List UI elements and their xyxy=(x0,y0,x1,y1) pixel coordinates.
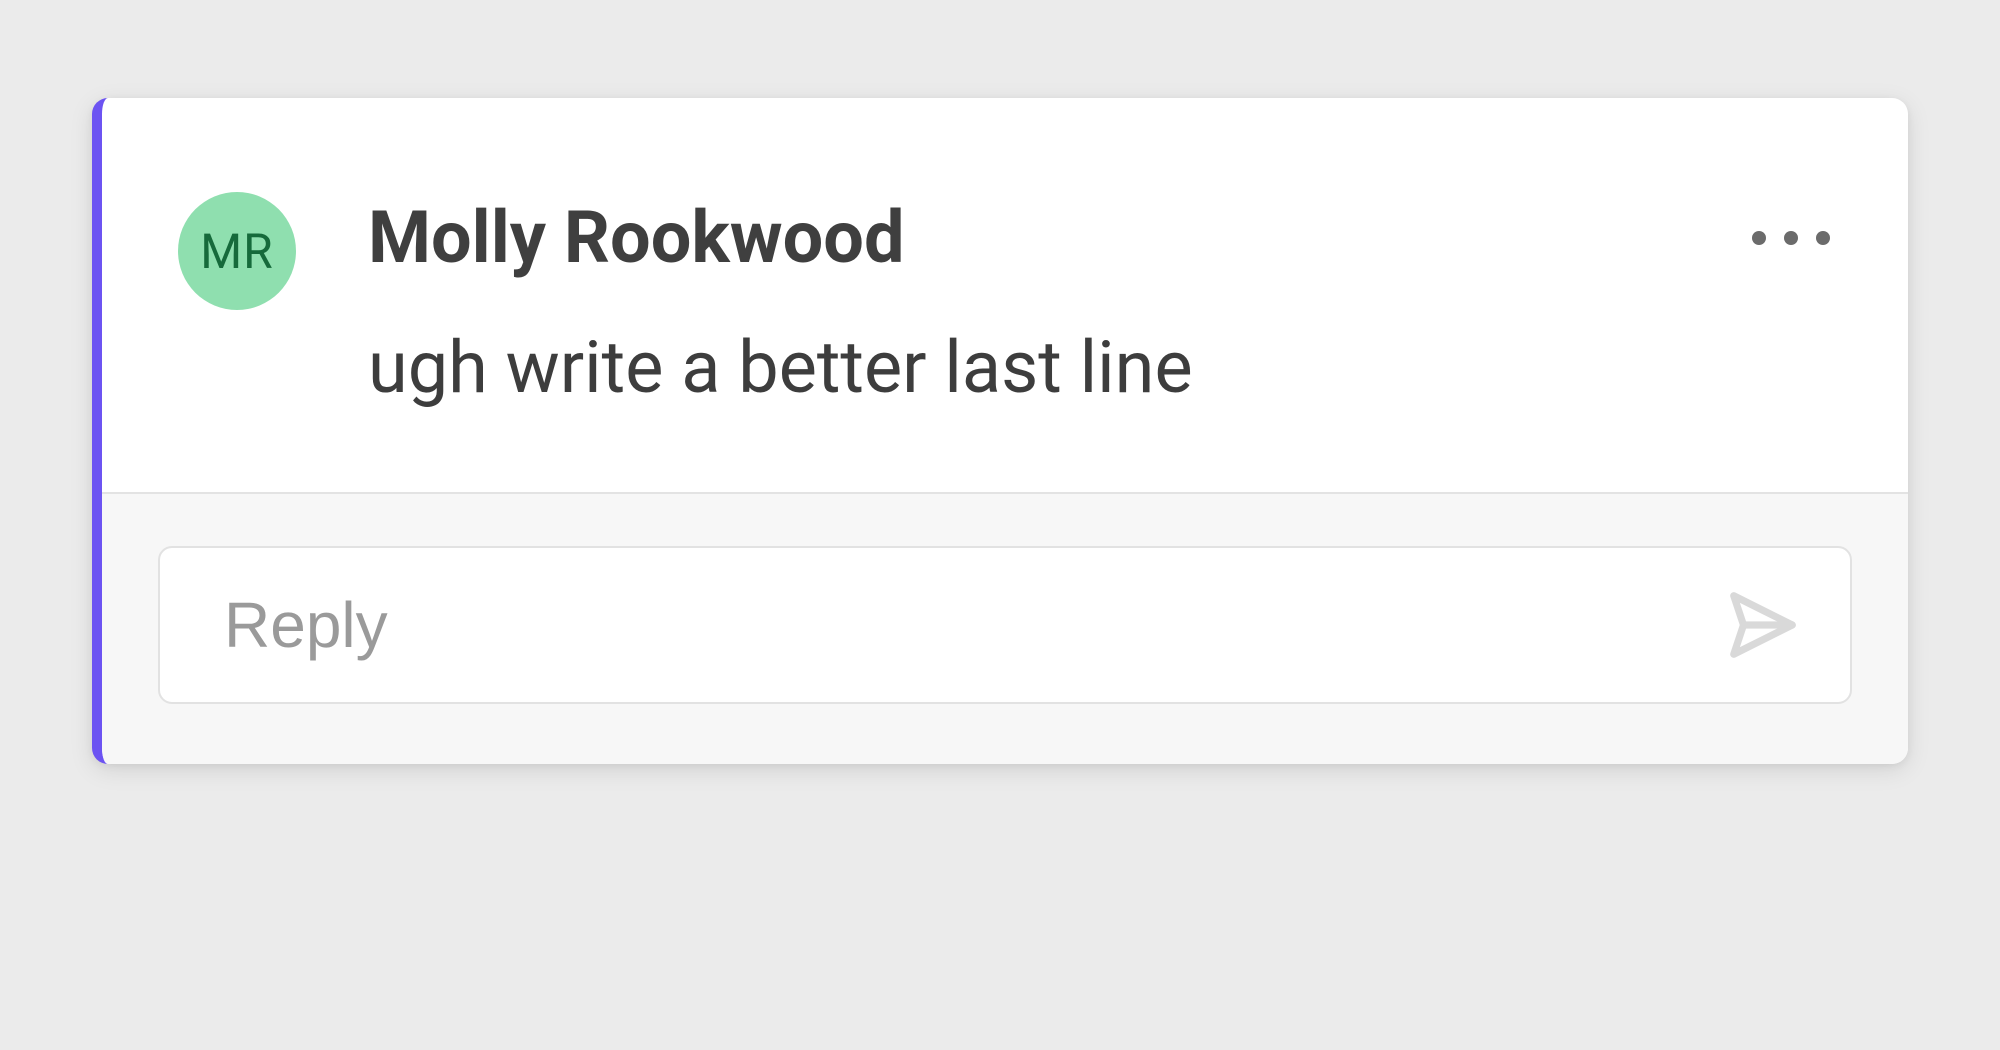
comment-body: ugh write a better last line xyxy=(368,325,1838,411)
send-button[interactable] xyxy=(1720,582,1806,668)
comment-header: Molly Rookwood xyxy=(368,198,1838,277)
more-icon xyxy=(1752,231,1766,245)
more-options-button[interactable] xyxy=(1744,223,1838,253)
author-name: Molly Rookwood xyxy=(368,198,904,277)
more-icon xyxy=(1784,231,1798,245)
comment-main: MR Molly Rookwood ugh write a better las… xyxy=(102,98,1908,492)
avatar[interactable]: MR xyxy=(178,192,296,310)
reply-region xyxy=(102,494,1908,764)
comment-card: MR Molly Rookwood ugh write a better las… xyxy=(92,98,1908,764)
reply-box xyxy=(158,546,1852,704)
more-icon xyxy=(1816,231,1830,245)
send-icon xyxy=(1724,586,1802,664)
comment-content: Molly Rookwood ugh write a better last l… xyxy=(296,198,1838,412)
reply-input[interactable] xyxy=(224,588,1720,662)
